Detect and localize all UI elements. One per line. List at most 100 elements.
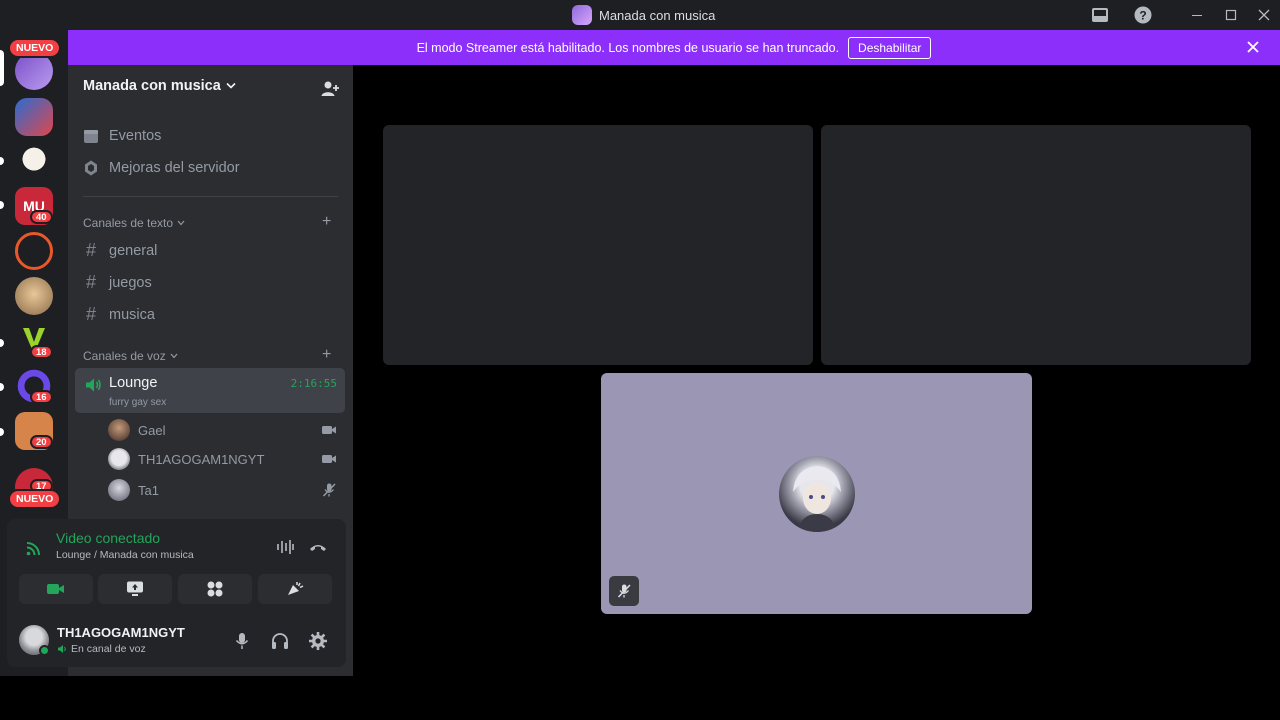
voice-category-label: Canales de voz	[83, 349, 166, 363]
noise-suppression-icon[interactable]	[275, 538, 295, 556]
soundboard-button[interactable]	[258, 574, 332, 604]
video-icon	[322, 426, 336, 434]
share-screen-button[interactable]	[98, 574, 172, 604]
text-category-label: Canales de texto	[83, 216, 174, 230]
svg-text:?: ?	[1139, 9, 1146, 23]
channel-musica[interactable]: # musica	[83, 304, 155, 325]
microphone-icon[interactable]	[232, 631, 252, 651]
server-icon-2[interactable]	[15, 98, 53, 136]
selected-server-indicator	[0, 50, 4, 86]
speaker-icon	[58, 645, 66, 653]
mic-muted-icon	[617, 584, 631, 598]
chevron-down-icon	[226, 82, 236, 89]
channel-juegos[interactable]: # juegos	[83, 272, 152, 293]
participant-avatar	[779, 456, 855, 532]
channel-name: juegos	[109, 274, 152, 291]
voice-channel-status: furry gay sex	[109, 397, 167, 408]
user-name[interactable]: TH1AGOGAM1NGYT	[57, 625, 185, 640]
channel-general[interactable]: # general	[83, 240, 157, 261]
voice-member[interactable]: TH1AGOGAM1NGYT	[108, 446, 264, 472]
disable-streamer-button[interactable]: Deshabilitar	[848, 36, 932, 59]
member-name: Gael	[138, 422, 166, 438]
voice-status-subtitle[interactable]: Lounge / Manada con musica	[56, 549, 194, 561]
voice-connection-panel: Video conectado Lounge / Manada con musi…	[7, 519, 346, 667]
video-tile-gael[interactable]	[383, 125, 813, 365]
sidebar-item-events[interactable]: Eventos	[83, 128, 161, 144]
add-text-channel-icon[interactable]: +	[322, 213, 331, 231]
headphones-icon[interactable]	[270, 631, 290, 651]
voice-status-title[interactable]: Video conectado	[56, 530, 160, 546]
server-name-header[interactable]: Manada con musica	[83, 78, 236, 94]
add-voice-channel-icon[interactable]: +	[322, 346, 331, 364]
server-boost-label: Mejoras del servidor	[109, 160, 240, 176]
hash-icon: #	[85, 240, 96, 260]
channel-name: musica	[109, 306, 155, 323]
voice-channel-name: Lounge	[109, 375, 158, 391]
member-name: TH1AGOGAM1NGYT	[138, 451, 265, 467]
settings-gear-icon[interactable]	[308, 631, 328, 651]
unread-indicator	[0, 339, 4, 347]
avatar	[108, 419, 130, 441]
window-title-text: Manada con musica	[599, 7, 716, 23]
streamer-mode-banner: El modo Streamer está habilitado. Los no…	[68, 30, 1280, 65]
sidebar-item-server-boost[interactable]: Mejoras del servidor	[83, 160, 240, 176]
window-title: Manada con musica	[572, 5, 715, 25]
video-icon	[47, 584, 64, 594]
member-name: Ta1	[138, 482, 159, 498]
mention-count: 40	[30, 210, 53, 224]
hash-icon: #	[85, 304, 96, 324]
hash-icon: #	[85, 272, 96, 292]
help-icon[interactable]: ?	[1133, 5, 1153, 25]
voice-channels-category[interactable]: Canales de voz	[83, 349, 178, 363]
mention-count: 20	[30, 435, 53, 449]
avatar	[108, 448, 130, 470]
chevron-down-icon	[170, 353, 178, 359]
unread-indicator	[0, 157, 4, 165]
minimize-icon[interactable]	[1187, 5, 1207, 25]
voice-member[interactable]: Gael	[108, 417, 165, 443]
server-icon	[572, 5, 592, 25]
signal-icon	[26, 542, 40, 556]
close-banner-icon[interactable]	[1244, 38, 1262, 56]
inbox-icon[interactable]	[1090, 5, 1110, 25]
server-icon-6[interactable]	[15, 277, 53, 315]
activities-button[interactable]	[178, 574, 252, 604]
mention-count: 18	[30, 345, 53, 359]
unread-indicator	[0, 201, 4, 209]
unread-indicator	[0, 383, 4, 391]
new-badge: NUEVO	[8, 489, 62, 509]
muted-indicator	[609, 576, 639, 606]
add-member-icon[interactable]	[320, 79, 340, 99]
disconnect-icon[interactable]	[308, 538, 328, 556]
voice-timer: 2:16:55	[290, 377, 337, 390]
toggle-camera-button[interactable]	[19, 574, 93, 604]
title-bar: Manada con musica ?	[0, 0, 1280, 30]
events-label: Eventos	[109, 128, 162, 144]
video-icon	[322, 455, 336, 463]
user-status: En canal de voz	[57, 643, 146, 655]
video-stage	[353, 65, 1280, 676]
voice-channel-lounge[interactable]: Lounge furry gay sex 2:16:55	[75, 368, 345, 413]
video-tile-ta1[interactable]	[601, 373, 1032, 614]
server-name: Manada con musica	[83, 78, 221, 94]
banner-text: El modo Streamer está habilitado. Los no…	[416, 40, 840, 55]
text-channels-category[interactable]: Canales de texto	[83, 216, 185, 230]
server-icon-3[interactable]	[15, 142, 53, 180]
calendar-icon	[84, 130, 98, 143]
server-icon-5[interactable]	[15, 232, 53, 270]
video-tile-thiago[interactable]	[821, 125, 1251, 365]
maximize-icon[interactable]	[1221, 5, 1241, 25]
soundboard-icon	[288, 582, 304, 595]
voice-member[interactable]: Ta1	[108, 477, 159, 503]
mention-count: 16	[30, 390, 53, 404]
chevron-down-icon	[177, 220, 185, 226]
user-status-text: En canal de voz	[71, 643, 146, 655]
avatar	[108, 479, 130, 501]
activities-icon	[207, 581, 223, 597]
speaker-icon	[86, 378, 101, 392]
screen-share-icon	[127, 581, 143, 596]
mic-muted-icon	[322, 483, 336, 497]
new-badge: NUEVO	[8, 38, 62, 58]
divider	[83, 196, 338, 197]
close-window-icon[interactable]	[1254, 5, 1274, 25]
